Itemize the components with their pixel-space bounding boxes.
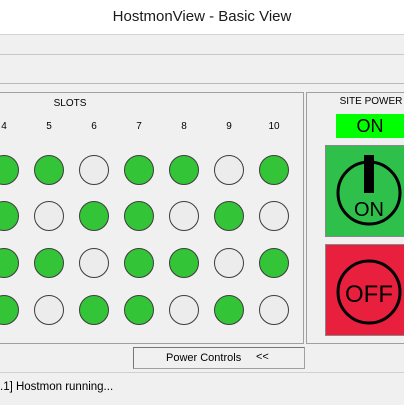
status-bar: .1] Hostmon running... <box>0 372 404 405</box>
power-on-icon: ON <box>336 155 402 226</box>
slot-column-label: 9 <box>226 121 232 132</box>
site-power-status: ON <box>336 114 404 138</box>
slot-column-label: 5 <box>46 121 52 132</box>
slot-column-label: 6 <box>91 121 97 132</box>
title-bar: HostmonView - Basic View <box>0 0 404 35</box>
slot-led <box>169 248 199 278</box>
toolbar-strip <box>0 55 404 84</box>
power-on-button[interactable]: ON <box>325 145 404 237</box>
slot-led <box>34 155 64 185</box>
power-on-label: ON <box>354 199 384 221</box>
slot-led <box>259 155 289 185</box>
slot-led <box>124 248 154 278</box>
slot-led <box>169 155 199 185</box>
slot-led <box>79 295 109 325</box>
slot-led <box>124 201 154 231</box>
slot-led <box>124 155 154 185</box>
slot-led <box>169 295 199 325</box>
slot-led <box>214 248 244 278</box>
status-message: .1] Hostmon running... <box>0 381 114 393</box>
slot-led <box>259 248 289 278</box>
slot-led <box>214 155 244 185</box>
slot-led <box>34 295 64 325</box>
slot-led <box>259 295 289 325</box>
slot-column-label: 10 <box>268 121 280 132</box>
slot-led <box>169 201 199 231</box>
slot-led <box>214 295 244 325</box>
power-off-button[interactable]: OFF <box>325 244 404 336</box>
slot-column-label: 8 <box>181 121 187 132</box>
power-controls-label: Power Controls <box>166 352 242 364</box>
power-controls-toggle[interactable]: Power Controls << <box>133 347 305 369</box>
slot-column-label: 7 <box>136 121 142 132</box>
slot-led <box>259 201 289 231</box>
slot-led <box>79 155 109 185</box>
slot-led <box>214 201 244 231</box>
menu-strip <box>0 35 404 55</box>
collapse-arrow-icon: << <box>256 351 269 363</box>
slot-led <box>124 295 154 325</box>
power-off-icon: OFF <box>336 259 402 325</box>
power-off-label: OFF <box>345 281 393 308</box>
slot-led <box>79 248 109 278</box>
slot-led <box>79 201 109 231</box>
window-title: HostmonView - Basic View <box>112 8 292 25</box>
slot-column-label: 4 <box>1 121 7 132</box>
site-power-label: SITE POWER <box>339 96 403 107</box>
slot-led <box>34 248 64 278</box>
slots-label: SLOTS <box>53 98 87 109</box>
slot-led <box>34 201 64 231</box>
